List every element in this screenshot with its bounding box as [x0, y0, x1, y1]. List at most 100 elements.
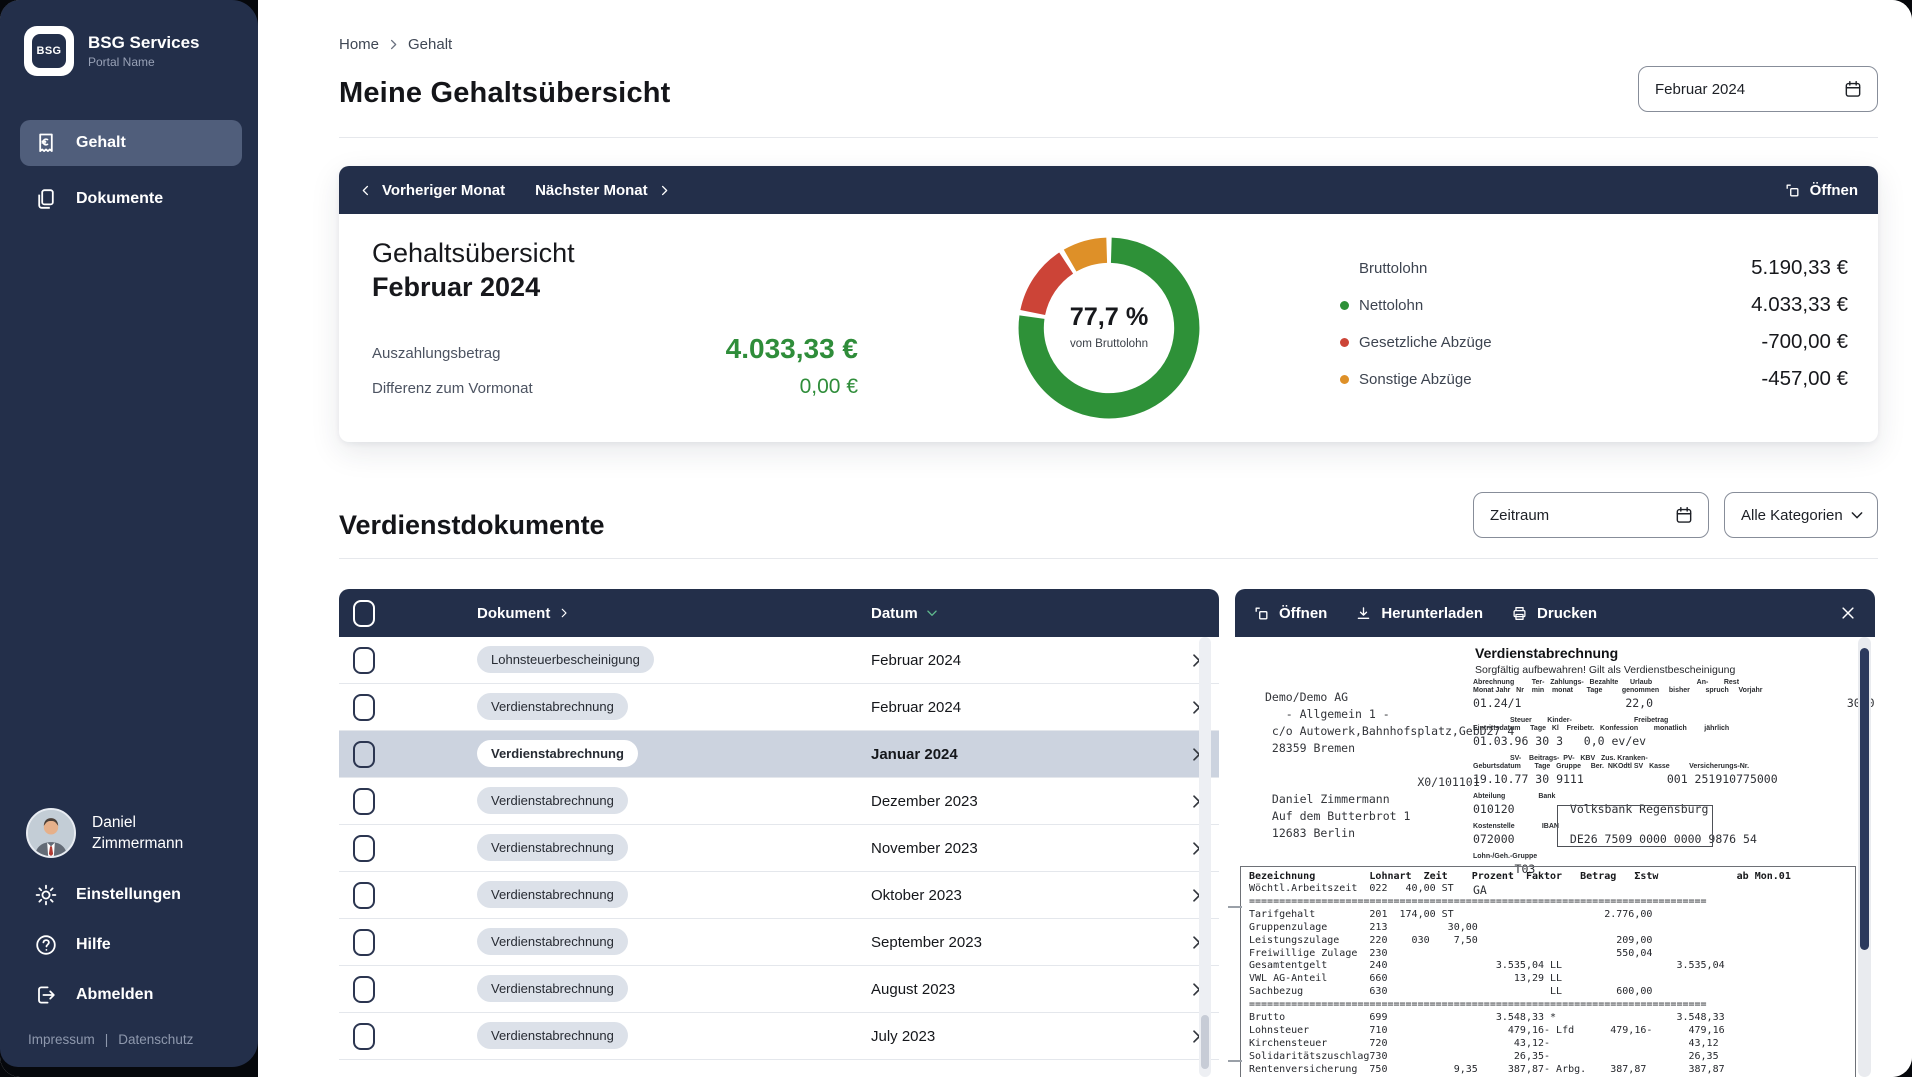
sidebar-item-abmelden[interactable]: Abmelden: [20, 972, 242, 1018]
table-row[interactable]: VerdienstabrechnungSeptember 2023: [339, 919, 1219, 966]
row-checkbox[interactable]: [353, 647, 375, 674]
payslip-info-label: Lohn-/Geh.-Gruppe: [1473, 853, 1853, 861]
payslip-line: Tarifgehalt 201 174,00 ST 2.776,00: [1249, 909, 1849, 922]
row-open-cell[interactable]: [1173, 652, 1219, 669]
table-row[interactable]: LohnsteuerbescheinigungFebruar 2024: [339, 637, 1219, 684]
row-open-cell[interactable]: [1173, 746, 1219, 763]
table-row[interactable]: Verdienstabrechnung Februar 2024: [339, 684, 1219, 731]
chevron-right-icon: [387, 38, 400, 51]
payslip-line: ========================================…: [1249, 999, 1849, 1012]
header-divider: [339, 137, 1878, 138]
month-picker-value: Februar 2024: [1655, 81, 1745, 98]
table-row[interactable]: VerdienstabrechnungAugust 2023: [339, 966, 1219, 1013]
preview-print-button[interactable]: Drucken: [1511, 605, 1597, 622]
document-badge-cell: Verdienstabrechnung: [407, 839, 821, 857]
brand-logo-text: BSG: [32, 34, 66, 68]
breadcrumb-home[interactable]: Home: [339, 36, 379, 53]
breadcrumb-gehalt[interactable]: Gehalt: [408, 36, 452, 53]
preview-download-button[interactable]: Herunterladen: [1355, 605, 1483, 622]
document-date: Februar 2024: [821, 699, 1173, 716]
brand: BSG BSG Services Portal Name: [20, 26, 242, 76]
sidebar-item-dokumente[interactable]: Dokumente: [20, 176, 242, 222]
salary-card: Vorheriger Monat Nächster Monat Öffnen G…: [339, 166, 1878, 442]
document-date: July 2023: [821, 1028, 1173, 1045]
next-month-button[interactable]: Nächster Monat: [535, 182, 671, 199]
row-checkbox[interactable]: [353, 788, 375, 815]
app-frame: BSG BSG Services Portal Name Gehalt Dokum…: [0, 0, 1912, 1077]
preview-open-button[interactable]: Öffnen: [1253, 605, 1327, 622]
row-open-cell[interactable]: [1173, 934, 1219, 951]
table-row[interactable]: VerdienstabrechnungJanuar 2024: [339, 731, 1219, 778]
close-icon[interactable]: [1839, 604, 1857, 622]
row-checkbox[interactable]: [353, 835, 375, 862]
row-open-cell[interactable]: [1173, 887, 1219, 904]
preview-scrollbar[interactable]: [1858, 637, 1871, 1077]
table-row[interactable]: VerdienstabrechnungDezember 2023: [339, 778, 1219, 825]
row-checkbox[interactable]: [353, 741, 375, 768]
row-checkbox[interactable]: [353, 1023, 375, 1050]
sidebar-item-einstellungen[interactable]: Einstellungen: [20, 872, 242, 918]
legend-item: Gesetzliche Abzüge-700,00 €: [1340, 328, 1848, 356]
row-open-cell[interactable]: [1173, 840, 1219, 857]
sidebar-nav: Gehalt Dokumente: [20, 120, 242, 222]
row-checkbox[interactable]: [353, 976, 375, 1003]
open-external-icon: [1253, 605, 1270, 622]
logout-icon: [34, 983, 58, 1007]
document-badge-cell: Verdienstabrechnung: [407, 933, 821, 951]
prev-month-button[interactable]: Vorheriger Monat: [359, 182, 505, 199]
payslip-line: Lohnsteuer 710 479,16- Lfd 479,16- 479,1…: [1249, 1025, 1849, 1038]
user-profile[interactable]: Daniel Zimmermann: [20, 808, 242, 858]
table-row[interactable]: VerdienstabrechnungOktober 2023: [339, 872, 1219, 919]
salary-card-body: Gehaltsübersicht Februar 2024 Auszahlung…: [339, 214, 1878, 442]
diff-value: 0,00 €: [800, 375, 858, 399]
table-row[interactable]: VerdienstabrechnungJuly 2023: [339, 1013, 1219, 1060]
legend-value: 4.033,33 €: [1751, 293, 1848, 317]
row-open-cell[interactable]: [1173, 981, 1219, 998]
document-type-badge: Verdienstabrechnung: [477, 693, 628, 720]
category-filter[interactable]: Alle Kategorien: [1724, 492, 1878, 538]
payslip-line: Gruppenzulage 213 30,00: [1249, 922, 1849, 935]
payslip-line: VWL AG-Anteil 660 13,29 LL: [1249, 973, 1849, 986]
diff-row: Differenz zum Vormonat 0,00 €: [372, 375, 858, 399]
table-scrollbar-thumb[interactable]: [1201, 1015, 1209, 1069]
document-badge-cell: Verdienstabrechnung: [407, 980, 821, 998]
payslip-info-label: Abteilung Bank: [1473, 793, 1853, 801]
open-salary-button[interactable]: Öffnen: [1784, 182, 1858, 199]
table-scrollbar[interactable]: [1199, 637, 1211, 1077]
payslip-table-lines: Wöchtl.Arbeitszeit 022 40,00 ST=========…: [1249, 883, 1849, 1077]
column-header-datum[interactable]: Datum: [821, 605, 1173, 622]
preview-scrollbar-thumb[interactable]: [1860, 648, 1869, 950]
payslip-line: Rentenversicherung 750 9,35 387,87- Arbg…: [1249, 1064, 1849, 1077]
sidebar-item-hilfe[interactable]: Hilfe: [20, 922, 242, 968]
payslip-line: Leistungszulage 220 030 7,50 209,00: [1249, 935, 1849, 948]
footer-link-impressum[interactable]: Impressum: [28, 1032, 95, 1047]
table-row[interactable]: VerdienstabrechnungNovember 2023: [339, 825, 1219, 872]
page-marker: [1228, 1060, 1242, 1062]
select-all-checkbox[interactable]: [353, 600, 375, 627]
row-checkbox[interactable]: [353, 882, 375, 909]
row-open-cell[interactable]: [1173, 1028, 1219, 1045]
footer-link-datenschutz[interactable]: Datenschutz: [118, 1032, 193, 1047]
preview-open-label: Öffnen: [1279, 605, 1327, 622]
row-open-cell[interactable]: [1173, 793, 1219, 810]
document-date: November 2023: [821, 840, 1173, 857]
payslip-info-label: Abrechnung Ter- Zahlungs- Bezahlte Urlau…: [1473, 679, 1853, 695]
diff-label: Differenz zum Vormonat: [372, 380, 533, 397]
salary-donut-chart: 77,7 % vom Bruttolohn: [1013, 232, 1205, 424]
sidebar-item-gehalt[interactable]: Gehalt: [20, 120, 242, 166]
month-picker[interactable]: Februar 2024: [1638, 66, 1878, 112]
column-label-datum: Datum: [871, 605, 918, 622]
sort-chevron-down-icon: [925, 606, 939, 620]
payslip-title: Verdienstabrechnung: [1475, 645, 1618, 661]
document-date: August 2023: [821, 981, 1173, 998]
row-checkbox[interactable]: [353, 694, 375, 721]
row-checkbox[interactable]: [353, 929, 375, 956]
chevron-right-icon: [658, 184, 671, 197]
column-header-dokument[interactable]: Dokument: [407, 605, 821, 622]
payslip-line: Gesamtentgelt 240 3.535,04 LL 3.535,04: [1249, 960, 1849, 973]
zeitraum-filter[interactable]: Zeitraum: [1473, 492, 1709, 538]
help-icon: [34, 933, 58, 957]
row-open-cell[interactable]: [1173, 699, 1219, 716]
payslip-info-row: Steuer Kinder- Freibetrag Eintrittsdatum…: [1473, 717, 1853, 749]
legend-value: -700,00 €: [1761, 330, 1848, 354]
